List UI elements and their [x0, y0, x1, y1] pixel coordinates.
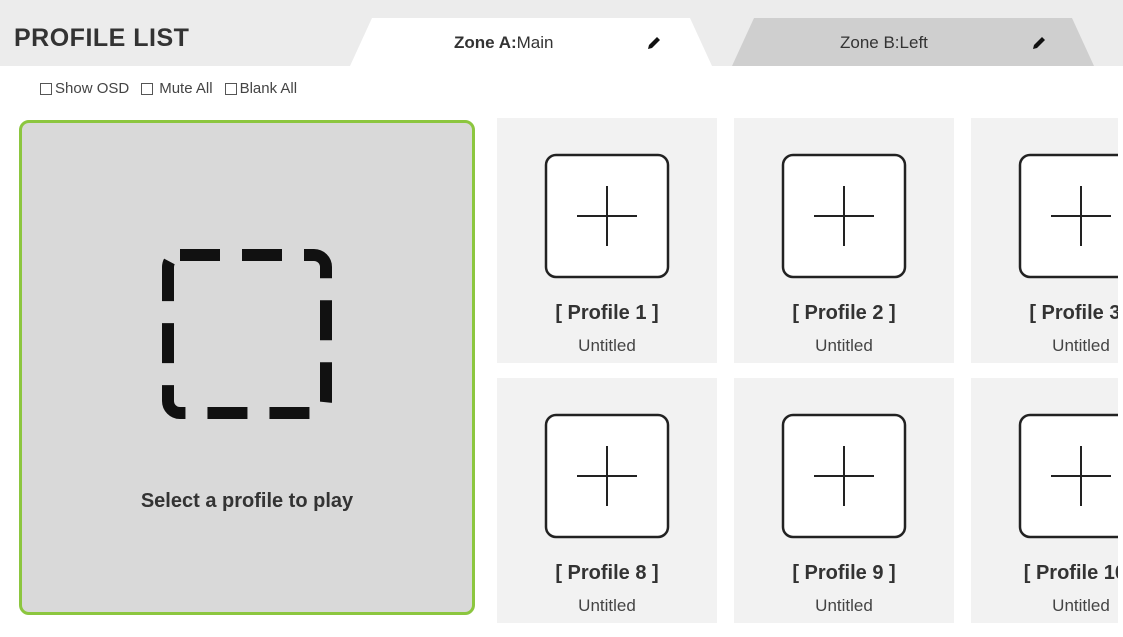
tab-zone-a-label: Zone A:Main — [454, 33, 554, 53]
blank-all-option[interactable]: Blank All — [224, 80, 298, 97]
profile-tile[interactable]: [ Profile 2 ] Untitled — [734, 118, 954, 363]
profile-tile[interactable]: [ Profile 10 ] Untitled — [971, 378, 1118, 623]
pencil-icon[interactable] — [1030, 34, 1048, 52]
profile-name: [ Profile 9 ] — [792, 562, 896, 584]
profile-tile[interactable]: [ Profile 1 ] Untitled — [497, 118, 717, 363]
player-panel[interactable]: Select a profile to play — [19, 120, 475, 615]
mute-all-option[interactable]: Mute All — [141, 80, 213, 97]
show-osd-label: Show OSD — [55, 80, 130, 97]
profile-tile[interactable]: [ Profile 8 ] Untitled — [497, 378, 717, 623]
profile-name: [ Profile 8 ] — [555, 562, 659, 584]
show-osd-checkbox[interactable] — [40, 82, 52, 95]
profile-grid: [ Profile 1 ] Untitled [ Profile 2 ] Unt… — [497, 118, 1118, 628]
header-bar: PROFILE LIST Zone A:Main Zone B:Left — [0, 0, 1123, 66]
plus-square-icon — [781, 153, 907, 279]
show-osd-option[interactable]: Show OSD — [40, 80, 129, 97]
profile-subtitle: Untitled — [1052, 596, 1110, 615]
profile-subtitle: Untitled — [815, 596, 873, 615]
page-title: PROFILE LIST — [14, 24, 190, 52]
plus-square-icon — [781, 413, 907, 539]
pencil-icon[interactable] — [645, 34, 663, 52]
plus-square-icon — [1018, 413, 1118, 539]
profile-tile[interactable]: [ Profile 3 ] Untitled — [971, 118, 1118, 363]
profile-tile[interactable]: [ Profile 9 ] Untitled — [734, 378, 954, 623]
profile-name: [ Profile 2 ] — [792, 302, 896, 324]
plus-square-icon — [1018, 153, 1118, 279]
dashed-square-icon — [162, 249, 332, 419]
options-bar: Show OSD Mute All Blank All — [40, 80, 309, 97]
blank-all-checkbox[interactable] — [224, 82, 237, 95]
profile-name: [ Profile 10 ] — [1023, 562, 1118, 584]
tab-zone-b[interactable]: Zone B:Left — [732, 18, 1094, 66]
plus-square-icon — [544, 153, 670, 279]
profile-subtitle: Untitled — [815, 336, 873, 355]
tab-zone-a-label-rest: Main — [516, 33, 554, 52]
tab-zone-a-label-bold: Zone A: — [454, 33, 517, 52]
mute-all-checkbox[interactable] — [141, 82, 154, 95]
profile-subtitle: Untitled — [1052, 336, 1110, 355]
profile-subtitle: Untitled — [578, 596, 636, 615]
profile-name: [ Profile 1 ] — [555, 302, 659, 324]
profile-name: [ Profile 3 ] — [1029, 302, 1118, 324]
tab-zone-a[interactable]: Zone A:Main — [350, 18, 712, 66]
profile-subtitle: Untitled — [578, 336, 636, 355]
tab-zone-b-label: Zone B:Left — [840, 33, 928, 52]
mute-all-label: Mute All — [159, 80, 213, 97]
player-prompt: Select a profile to play — [140, 490, 354, 512]
plus-square-icon — [544, 413, 670, 539]
blank-all-label: Blank All — [239, 80, 298, 97]
